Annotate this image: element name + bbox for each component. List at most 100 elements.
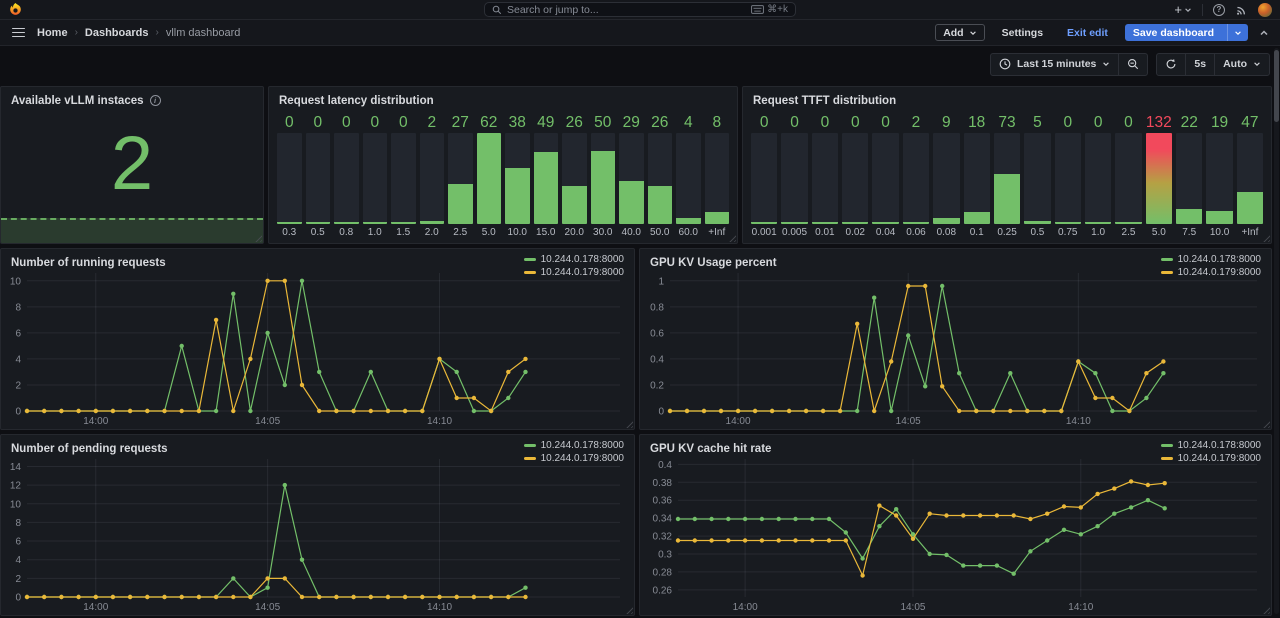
bar-category-label: 1.0 xyxy=(1085,224,1111,239)
svg-text:0.4: 0.4 xyxy=(650,354,664,365)
help-button[interactable]: ? xyxy=(1213,4,1225,16)
breadcrumb-dashboards[interactable]: Dashboards xyxy=(85,27,149,39)
scrollbar-track[interactable] xyxy=(1274,48,1279,614)
collapse-chevron-up-icon[interactable] xyxy=(1258,27,1270,39)
bar-track[interactable] xyxy=(812,133,838,224)
bar-column: 180.1 xyxy=(964,113,990,239)
bar-track[interactable] xyxy=(676,133,701,224)
svg-text:14: 14 xyxy=(10,462,22,473)
bar-track[interactable] xyxy=(903,133,929,224)
time-controls-bar: Last 15 minutes 5s Auto xyxy=(0,46,1280,82)
bar-track[interactable] xyxy=(1055,133,1081,224)
search-input[interactable]: Search or jump to... ⌘+k xyxy=(484,2,796,17)
bar-value: 22 xyxy=(1176,113,1202,133)
bar-category-label: 0.01 xyxy=(812,224,838,239)
bar-track[interactable] xyxy=(277,133,302,224)
timeseries-chart[interactable]: 0.260.280.30.320.340.360.380.414:0014:05… xyxy=(640,435,1271,615)
bar-column: 90.08 xyxy=(933,113,959,239)
bar-track[interactable] xyxy=(448,133,473,224)
bar-category-label: 0.02 xyxy=(842,224,868,239)
bar-track[interactable] xyxy=(705,133,730,224)
save-dashboard-button[interactable]: Save dashboard xyxy=(1125,24,1248,41)
bar-track[interactable] xyxy=(1024,133,1050,224)
bar-track[interactable] xyxy=(1115,133,1141,224)
menu-toggle-icon[interactable] xyxy=(10,26,27,40)
legend-series-color xyxy=(524,444,536,447)
time-range-picker[interactable]: Last 15 minutes xyxy=(991,54,1118,75)
scrollbar-thumb[interactable] xyxy=(1274,50,1279,122)
breadcrumb-home[interactable]: Home xyxy=(37,27,68,39)
panel-header[interactable]: Available vLLM instaces i xyxy=(1,87,263,111)
bar-category-label: 0.25 xyxy=(994,224,1020,239)
bar-gauge-chart[interactable]: 00.300.500.801.001.522.0272.5625.03810.0… xyxy=(269,111,737,243)
bar-track[interactable] xyxy=(534,133,559,224)
bar-track[interactable] xyxy=(420,133,445,224)
bar-fill xyxy=(1176,209,1202,224)
svg-text:0: 0 xyxy=(15,407,21,418)
news-button[interactable] xyxy=(1235,3,1248,16)
panel-gpu-kv-hit-rate: GPU KV cache hit rate 0.260.280.30.320.3… xyxy=(639,434,1272,616)
panel-header[interactable]: Request latency distribution xyxy=(269,87,737,111)
bar-track[interactable] xyxy=(1206,133,1232,224)
bar-track[interactable] xyxy=(306,133,331,224)
stat-panel-body[interactable]: 2 xyxy=(1,111,263,243)
legend-item[interactable]: 10.244.0.178:8000 xyxy=(1161,440,1261,451)
timeseries-chart[interactable]: 00.20.40.60.8114:0014:0514:1010.244.0.17… xyxy=(640,249,1271,429)
legend-item[interactable]: 10.244.0.179:8000 xyxy=(524,453,624,464)
timeseries-chart[interactable]: 0246810121414:0014:0514:1010.244.0.178:8… xyxy=(1,435,634,615)
bar-gauge-chart[interactable]: 00.00100.00500.0100.0200.0420.0690.08180… xyxy=(743,111,1271,243)
bar-track[interactable] xyxy=(964,133,990,224)
info-icon[interactable]: i xyxy=(150,95,161,106)
bar-track[interactable] xyxy=(994,133,1020,224)
bar-track[interactable] xyxy=(619,133,644,224)
search-icon xyxy=(492,5,502,15)
auto-refresh-dropdown[interactable]: Auto xyxy=(1214,54,1269,75)
bar-track[interactable] xyxy=(781,133,807,224)
bar-track[interactable] xyxy=(1085,133,1111,224)
bar-track[interactable] xyxy=(334,133,359,224)
bar-track[interactable] xyxy=(591,133,616,224)
legend-item[interactable]: 10.244.0.179:8000 xyxy=(524,267,624,278)
bar-track[interactable] xyxy=(1146,133,1172,224)
bar-track[interactable] xyxy=(363,133,388,224)
panel-header[interactable]: Request TTFT distribution xyxy=(743,87,1271,111)
bar-value: 4 xyxy=(676,113,701,133)
bar-column: 460.0 xyxy=(676,113,701,239)
bar-track[interactable] xyxy=(477,133,502,224)
legend-item[interactable]: 10.244.0.178:8000 xyxy=(524,254,624,265)
bar-track[interactable] xyxy=(391,133,416,224)
refresh-button[interactable] xyxy=(1157,54,1185,75)
bar-track[interactable] xyxy=(562,133,587,224)
exit-edit-button[interactable]: Exit edit xyxy=(1060,24,1115,41)
bar-track[interactable] xyxy=(1237,133,1263,224)
breadcrumb-separator: › xyxy=(155,27,158,38)
user-avatar[interactable] xyxy=(1258,3,1272,17)
timeseries-chart[interactable]: 024681014:0014:0514:1010.244.0.178:80001… xyxy=(1,249,634,429)
bar-fill xyxy=(534,152,559,224)
bar-column: 00.005 xyxy=(781,113,807,239)
bar-gauge: 00.00100.00500.0100.0200.0420.0690.08180… xyxy=(751,113,1263,239)
bar-track[interactable] xyxy=(842,133,868,224)
add-button[interactable]: Add xyxy=(935,24,984,41)
zoom-out-button[interactable] xyxy=(1118,54,1147,75)
bar-track[interactable] xyxy=(1176,133,1202,224)
save-dashboard-dropdown[interactable] xyxy=(1227,24,1248,41)
bar-fill xyxy=(448,184,473,224)
new-menu-button[interactable]: + xyxy=(1174,3,1192,16)
legend-item[interactable]: 10.244.0.179:8000 xyxy=(1161,453,1261,464)
legend-item[interactable]: 10.244.0.179:8000 xyxy=(1161,267,1261,278)
refresh-interval[interactable]: 5s xyxy=(1185,54,1214,75)
settings-button[interactable]: Settings xyxy=(995,24,1050,41)
bar-track[interactable] xyxy=(872,133,898,224)
bar-fill xyxy=(477,133,502,224)
bar-track[interactable] xyxy=(648,133,673,224)
grafana-logo-icon[interactable] xyxy=(8,2,23,17)
legend-item[interactable]: 10.244.0.178:8000 xyxy=(1161,254,1261,265)
bar-column: 3810.0 xyxy=(505,113,530,239)
bar-track[interactable] xyxy=(751,133,777,224)
bar-fill xyxy=(591,151,616,224)
legend-item[interactable]: 10.244.0.178:8000 xyxy=(524,440,624,451)
chevron-down-icon xyxy=(1184,6,1192,14)
bar-track[interactable] xyxy=(933,133,959,224)
bar-track[interactable] xyxy=(505,133,530,224)
